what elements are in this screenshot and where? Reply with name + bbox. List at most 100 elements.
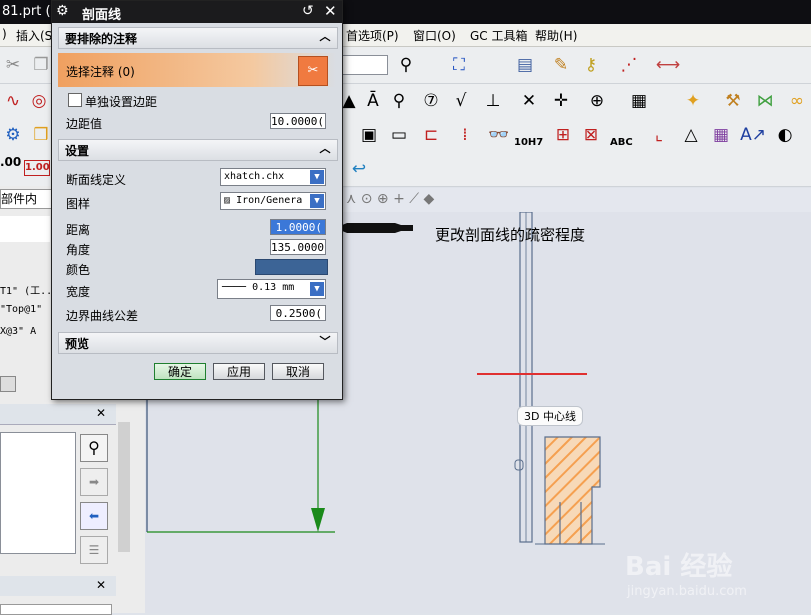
abc-label: ABC bbox=[610, 137, 633, 148]
chevron-down-icon[interactable]: ▼ bbox=[310, 282, 324, 296]
scrollbar[interactable] bbox=[118, 422, 130, 552]
scroll-button[interactable] bbox=[0, 376, 16, 392]
width-select[interactable]: ──── 0.13 mm ▼ bbox=[217, 279, 326, 299]
section-exclude-label: 要排除的注释 bbox=[65, 32, 138, 46]
close-icon[interactable]: ✕ bbox=[324, 2, 337, 20]
ruler-icon[interactable]: ⟷ bbox=[655, 52, 681, 78]
bracket-icon[interactable]: ⊏ bbox=[418, 122, 444, 148]
gear-icon[interactable]: ⚙ bbox=[56, 3, 69, 19]
apply-button[interactable]: 应用 bbox=[213, 363, 265, 380]
watermark-brand: Bai 经验 bbox=[625, 552, 733, 582]
chevron-down-icon[interactable]: ﹀ bbox=[317, 334, 333, 350]
hatch-swatch-icon: ▨ bbox=[224, 195, 231, 206]
grid-icon[interactable]: ⊞ bbox=[550, 122, 576, 148]
list-item[interactable]: "Top@1" bbox=[0, 304, 42, 315]
snap-icon[interactable]: ⋏ ⊙ ⊕ + ⟋ ◆ bbox=[346, 191, 434, 207]
chain-icon[interactable]: ∞ bbox=[784, 88, 810, 114]
layers-icon[interactable]: ▤ bbox=[512, 52, 538, 78]
arrow-right-icon[interactable]: ➡ bbox=[80, 468, 108, 496]
scissors-icon[interactable]: ✂ bbox=[0, 52, 26, 78]
menu-preferences[interactable]: 首选项(P) bbox=[346, 27, 399, 44]
zoom-icon[interactable]: ⚲ bbox=[386, 88, 412, 114]
ok-button[interactable]: 确定 bbox=[154, 363, 206, 380]
frame-icon[interactable]: ▣ bbox=[356, 122, 382, 148]
annotate-icon[interactable]: A↗ bbox=[740, 122, 766, 148]
section-settings[interactable]: 设置 ︿ bbox=[58, 139, 338, 161]
chevron-down-icon[interactable]: ▼ bbox=[310, 170, 324, 184]
distance-label: 距离 bbox=[66, 223, 91, 237]
edit-tool-icon[interactable]: ✎ bbox=[548, 52, 574, 78]
chevron-down-icon[interactable]: ▼ bbox=[310, 194, 324, 208]
chevron-up-icon[interactable]: ︿ bbox=[317, 29, 333, 45]
axis-icon[interactable]: ⊥ bbox=[480, 88, 506, 114]
width-label: 宽度 bbox=[66, 285, 91, 299]
section-preview-label: 预览 bbox=[65, 337, 90, 351]
close-icon[interactable]: ✕ bbox=[96, 578, 106, 592]
filter-dropdown[interactable]: 部件内 bbox=[0, 189, 52, 209]
merge-icon[interactable]: ⋈ bbox=[752, 88, 778, 114]
checkbox-label: 单独设置边距 bbox=[85, 95, 158, 109]
margin-label: 边距值 bbox=[66, 117, 103, 131]
binoculars-icon[interactable]: 👓 bbox=[486, 122, 512, 148]
scale-label-2[interactable]: 1.00 bbox=[24, 160, 50, 176]
pattern-select[interactable]: ▨ Iron/Genera ▼ bbox=[220, 192, 326, 210]
reset-icon[interactable]: ↺ bbox=[302, 3, 314, 19]
fit-view-icon[interactable]: ⛶ bbox=[446, 52, 472, 78]
text-icon[interactable]: Ā bbox=[360, 88, 386, 114]
section-exclude[interactable]: 要排除的注释 ︿ bbox=[58, 27, 338, 49]
target-icon[interactable]: ◎ bbox=[26, 88, 52, 114]
corner-icon[interactable]: ⌞ bbox=[646, 122, 672, 148]
intersect-icon[interactable]: ✛ bbox=[548, 88, 574, 114]
return-arrow-icon[interactable]: ↩ bbox=[346, 156, 372, 182]
def-select[interactable]: xhatch.chx ▼ bbox=[220, 168, 326, 186]
table-icon[interactable]: ▦ bbox=[708, 122, 734, 148]
annotation-note: 更改剖面线的疏密程度 bbox=[435, 226, 586, 244]
search-icon[interactable]: ⚲ bbox=[80, 434, 108, 462]
triangle-icon[interactable]: △ bbox=[678, 122, 704, 148]
tolerance-label: 边界曲线公差 bbox=[66, 309, 139, 323]
menu-gc-toolbox[interactable]: GC 工具箱 bbox=[470, 27, 528, 44]
close-icon[interactable]: ✕ bbox=[96, 406, 106, 420]
key-icon[interactable]: ⚷ bbox=[578, 52, 604, 78]
list-item[interactable]: T1" (工... bbox=[0, 282, 58, 297]
list-item[interactable]: X@3" A bbox=[0, 326, 36, 337]
sparkle-icon[interactable]: ✦ bbox=[680, 88, 706, 114]
check-icon[interactable]: √ bbox=[448, 88, 474, 114]
select-annotation-icon[interactable]: ✂ bbox=[298, 56, 328, 86]
search-field[interactable] bbox=[342, 55, 388, 75]
list-options-icon[interactable]: ☰ bbox=[80, 536, 108, 564]
dialog-titlebar: ⚙ 剖面线 ↺ ✕ bbox=[52, 1, 342, 23]
dimension-x-icon[interactable]: ⊠ bbox=[578, 122, 604, 148]
magnify-icon[interactable]: ⚲ bbox=[393, 52, 419, 78]
chevron-up-icon[interactable]: ︿ bbox=[317, 141, 333, 157]
angle-input[interactable]: 135.0000( bbox=[270, 239, 326, 255]
window-title: 81.prt ( bbox=[2, 4, 51, 19]
crosshair-icon[interactable]: ⊕ bbox=[584, 88, 610, 114]
balloon-icon[interactable]: ⑦ bbox=[418, 88, 444, 114]
hatch-dialog: ⚙ 剖面线 ↺ ✕ 要排除的注释 ︿ 选择注释 (0) ✂ 单独设置边距 边距值… bbox=[51, 0, 343, 400]
image-icon[interactable]: ▦ bbox=[626, 88, 652, 114]
scatter-icon[interactable]: ⋰ bbox=[616, 52, 642, 78]
cross-icon[interactable]: ✕ bbox=[516, 88, 542, 114]
field-bottom[interactable] bbox=[0, 604, 112, 615]
pointer-arrow bbox=[335, 223, 413, 233]
tolerance-input[interactable]: 0.2500( bbox=[270, 305, 326, 321]
menu-paren: ) bbox=[2, 27, 7, 41]
pie-icon[interactable]: ◐ bbox=[772, 122, 798, 148]
cancel-button[interactable]: 取消 bbox=[272, 363, 324, 380]
checkbox-separate-margin[interactable] bbox=[68, 93, 82, 107]
arrow-left-icon[interactable]: ⬅ bbox=[80, 502, 108, 530]
menu-window[interactable]: 窗口(O) bbox=[413, 27, 456, 44]
curve-icon[interactable]: ∿ bbox=[0, 88, 26, 114]
distance-input[interactable]: 1.0000( bbox=[270, 219, 326, 235]
tool-icon[interactable]: ⚙ bbox=[0, 122, 26, 148]
section-preview[interactable]: 预览 ﹀ bbox=[58, 332, 338, 354]
list-box[interactable] bbox=[0, 432, 76, 554]
color-swatch[interactable] bbox=[255, 259, 328, 275]
hammer-icon[interactable]: ⚒ bbox=[720, 88, 746, 114]
menu-help[interactable]: 帮助(H) bbox=[535, 27, 577, 44]
select-annotation-row[interactable]: 选择注释 (0) ✂ bbox=[58, 53, 336, 87]
grid-dots-icon[interactable]: ⁞ bbox=[452, 122, 478, 148]
margin-input[interactable]: 10.0000( bbox=[270, 113, 326, 129]
dashed-box-icon[interactable]: ▭ bbox=[386, 122, 412, 148]
